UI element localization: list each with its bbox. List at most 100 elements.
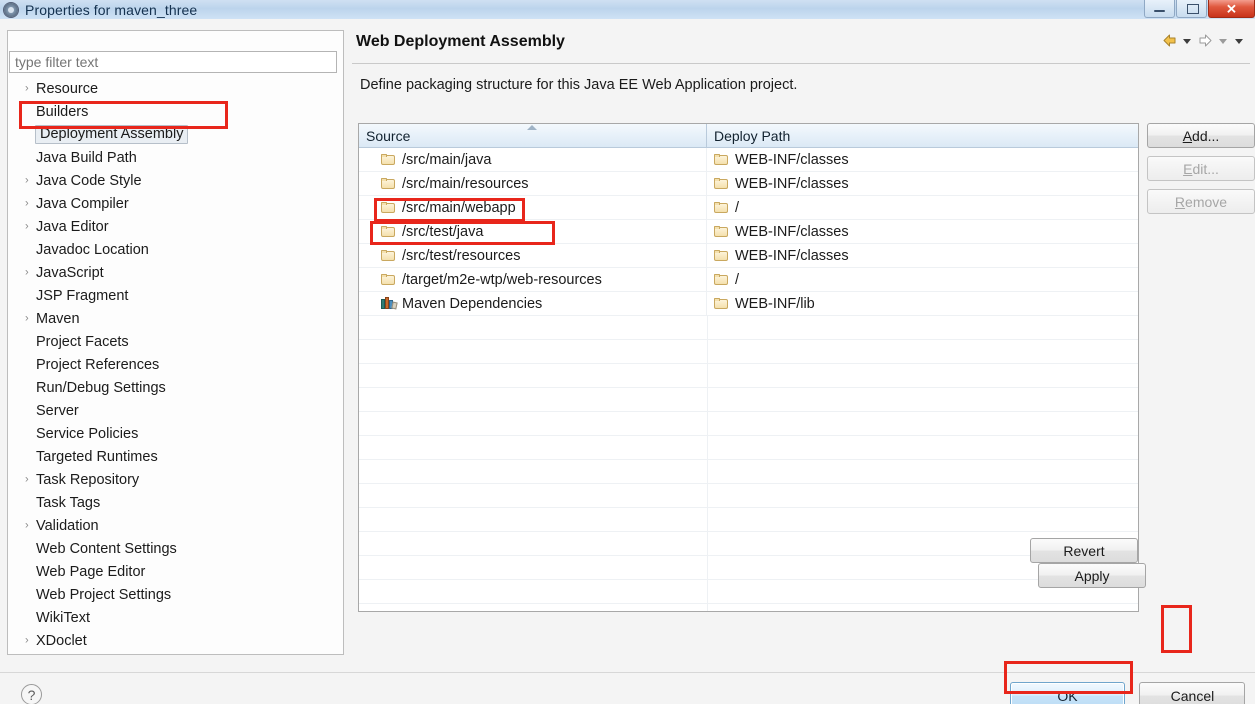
ok-button[interactable]: OK — [1010, 682, 1125, 704]
cell-deploy-label: WEB-INF/classes — [735, 223, 849, 240]
chevron-right-icon: › — [25, 266, 29, 278]
cell-deploy: WEB-INF/classes — [707, 244, 1138, 267]
window-title: Properties for maven_three — [25, 1, 198, 18]
maximize-button[interactable] — [1176, 0, 1207, 18]
add-button-rest: dd... — [1192, 127, 1220, 144]
sidebar-item-task-tags[interactable]: Task Tags — [8, 491, 338, 514]
sidebar-item-label: Java Build Path — [36, 149, 137, 166]
assembly-table[interactable]: Source Deploy Path /src/main/java WEB-IN… — [358, 123, 1139, 612]
sidebar-item-run-debug-settings[interactable]: Run/Debug Settings — [8, 376, 338, 399]
help-icon[interactable]: ? — [21, 684, 42, 704]
chevron-right-icon: › — [25, 473, 29, 485]
sidebar-item-javascript[interactable]: › JavaScript — [8, 261, 338, 284]
cell-deploy-label: / — [735, 199, 740, 216]
window-controls: ✕ — [1143, 0, 1255, 19]
cell-source: /src/main/resources — [359, 172, 707, 195]
table-empty-row — [359, 484, 1138, 508]
folder-icon — [381, 225, 396, 238]
chevron-right-icon: › — [25, 174, 29, 186]
cell-deploy: WEB-INF/classes — [707, 220, 1138, 243]
forward-arrow-icon[interactable] — [1197, 32, 1214, 49]
table-empty-row — [359, 556, 1138, 580]
sidebar-item-label: Web Page Editor — [36, 563, 146, 580]
view-menu-chevron-down-icon[interactable] — [1233, 32, 1246, 49]
sidebar-item-label: Maven — [36, 310, 80, 327]
sidebar-item-resource[interactable]: › Resource — [8, 77, 338, 100]
sidebar-item-java-editor[interactable]: › Java Editor — [8, 215, 338, 238]
sidebar-item-project-references[interactable]: Project References — [8, 353, 338, 376]
cell-deploy-label: WEB-INF/classes — [735, 151, 849, 168]
sidebar-item-project-facets[interactable]: Project Facets — [8, 330, 338, 353]
table-row[interactable]: /src/main/java WEB-INF/classes — [359, 148, 1138, 172]
minimize-button[interactable] — [1144, 0, 1175, 18]
folder-icon — [714, 201, 729, 214]
revert-apply-buttons: Revert Apply — [1030, 538, 1250, 588]
cell-source-label: Maven Dependencies — [402, 295, 543, 312]
filter-input[interactable] — [9, 51, 337, 73]
sidebar-item-deployment-assembly[interactable]: Deployment Assembly — [8, 123, 338, 146]
column-header-source[interactable]: Source — [359, 124, 707, 147]
folder-icon — [381, 201, 396, 214]
folder-icon — [381, 273, 396, 286]
table-row[interactable]: /src/main/webapp / — [359, 196, 1138, 220]
table-row-src-test-java[interactable]: /src/test/java WEB-INF/classes — [359, 220, 1138, 244]
edit-button[interactable]: Edit... — [1147, 156, 1255, 181]
folder-icon — [714, 225, 729, 238]
table-row[interactable]: /target/m2e-wtp/web-resources / — [359, 268, 1138, 292]
revert-post: ert — [1088, 542, 1105, 559]
cell-source: /src/main/java — [359, 148, 707, 171]
sidebar-item-server[interactable]: Server — [8, 399, 338, 422]
chevron-right-icon: › — [25, 634, 29, 646]
close-icon[interactable]: ✕ — [1208, 0, 1255, 18]
cell-deploy-label: WEB-INF/lib — [735, 295, 815, 312]
sidebar-item-web-project-settings[interactable]: Web Project Settings — [8, 583, 338, 606]
back-arrow-icon[interactable] — [1161, 32, 1178, 49]
table-empty-row — [359, 412, 1138, 436]
settings-tree[interactable]: › Resource Builders Deployment Assembly J… — [8, 77, 338, 647]
table-row[interactable]: Maven Dependencies WEB-INF/lib — [359, 292, 1138, 316]
chevron-right-icon: › — [25, 519, 29, 531]
sidebar-item-label: JavaScript — [36, 264, 104, 281]
sidebar-item-wikitext[interactable]: WikiText — [8, 606, 338, 629]
sidebar-item-java-build-path[interactable]: Java Build Path — [8, 146, 338, 169]
sidebar-item-web-content-settings[interactable]: Web Content Settings — [8, 537, 338, 560]
cell-deploy: WEB-INF/classes — [707, 148, 1138, 171]
remove-button[interactable]: Remove — [1147, 189, 1255, 214]
add-button[interactable]: Add... — [1147, 123, 1255, 148]
sidebar-item-label: Builders — [36, 103, 89, 120]
sidebar-item-service-policies[interactable]: Service Policies — [8, 422, 338, 445]
column-header-source-label: Source — [366, 127, 411, 144]
column-header-deploy-path[interactable]: Deploy Path — [707, 124, 1138, 147]
cell-deploy: WEB-INF/classes — [707, 172, 1138, 195]
sidebar-item-task-repository[interactable]: › Task Repository — [8, 468, 338, 491]
table-row[interactable]: /src/main/resources WEB-INF/classes — [359, 172, 1138, 196]
sidebar-item-jsp-fragment[interactable]: JSP Fragment — [8, 284, 338, 307]
sidebar-item-builders[interactable]: Builders — [8, 100, 338, 123]
sidebar-item-xdoclet[interactable]: › XDoclet — [8, 629, 338, 648]
folder-icon — [714, 177, 729, 190]
sidebar-item-label: Javadoc Location — [36, 241, 149, 258]
sidebar-item-java-code-style[interactable]: › Java Code Style — [8, 169, 338, 192]
cell-source: /src/main/webapp — [359, 196, 707, 219]
sidebar-item-label: Run/Debug Settings — [36, 379, 166, 396]
table-row-src-test-resources[interactable]: /src/test/resources WEB-INF/classes — [359, 244, 1138, 268]
chevron-right-icon: › — [25, 82, 29, 94]
sidebar-item-javadoc-location[interactable]: Javadoc Location — [8, 238, 338, 261]
cell-source-label: /src/test/java — [402, 223, 484, 240]
help-icon-glyph: ? — [27, 686, 36, 703]
table-empty-row — [359, 388, 1138, 412]
sidebar-item-web-page-editor[interactable]: Web Page Editor — [8, 560, 338, 583]
table-empty-row — [359, 340, 1138, 364]
cancel-button[interactable]: Cancel — [1139, 682, 1246, 704]
apply-button[interactable]: Apply — [1038, 563, 1146, 588]
sidebar-item-java-compiler[interactable]: › Java Compiler — [8, 192, 338, 215]
revert-button[interactable]: Revert — [1030, 538, 1138, 563]
sidebar-item-maven[interactable]: › Maven — [8, 307, 338, 330]
back-history-chevron-down-icon[interactable] — [1181, 32, 1194, 49]
sidebar-item-targeted-runtimes[interactable]: Targeted Runtimes — [8, 445, 338, 468]
forward-history-chevron-down-icon[interactable] — [1217, 32, 1230, 49]
sidebar-item-validation[interactable]: › Validation — [8, 514, 338, 537]
sidebar-item-label: XDoclet — [36, 632, 87, 648]
sidebar-item-label: Web Project Settings — [36, 586, 172, 603]
table-empty-row — [359, 604, 1138, 611]
